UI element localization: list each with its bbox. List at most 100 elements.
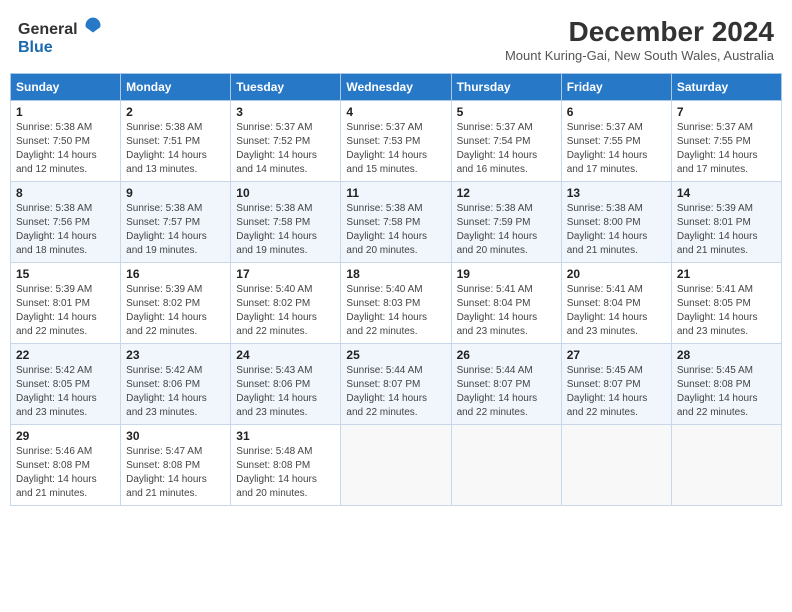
table-row: 17 Sunrise: 5:40 AM Sunset: 8:02 PM Dayl…: [231, 263, 341, 344]
day-info: Sunrise: 5:38 AM Sunset: 7:58 PM Dayligh…: [236, 202, 335, 258]
day-info: Sunrise: 5:37 AM Sunset: 7:55 PM Dayligh…: [567, 121, 666, 177]
day-info: Sunrise: 5:42 AM Sunset: 8:05 PM Dayligh…: [16, 364, 115, 420]
table-row: [671, 425, 781, 506]
day-number: 16: [126, 267, 225, 281]
day-number: 15: [16, 267, 115, 281]
day-info: Sunrise: 5:44 AM Sunset: 8:07 PM Dayligh…: [346, 364, 445, 420]
day-info: Sunrise: 5:38 AM Sunset: 7:59 PM Dayligh…: [457, 202, 556, 258]
logo-general: General: [18, 21, 78, 38]
month-year-title: December 2024: [505, 16, 774, 48]
day-info: Sunrise: 5:41 AM Sunset: 8:04 PM Dayligh…: [457, 283, 556, 339]
day-number: 18: [346, 267, 445, 281]
day-number: 3: [236, 105, 335, 119]
header-monday: Monday: [121, 74, 231, 101]
logo-blue: Blue: [18, 39, 53, 56]
calendar-week-row: 15 Sunrise: 5:39 AM Sunset: 8:01 PM Dayl…: [11, 263, 782, 344]
calendar-week-row: 22 Sunrise: 5:42 AM Sunset: 8:05 PM Dayl…: [11, 344, 782, 425]
header-tuesday: Tuesday: [231, 74, 341, 101]
title-block: December 2024 Mount Kuring-Gai, New Sout…: [505, 16, 774, 63]
calendar-week-row: 29 Sunrise: 5:46 AM Sunset: 8:08 PM Dayl…: [11, 425, 782, 506]
day-info: Sunrise: 5:42 AM Sunset: 8:06 PM Dayligh…: [126, 364, 225, 420]
table-row: 24 Sunrise: 5:43 AM Sunset: 8:06 PM Dayl…: [231, 344, 341, 425]
table-row: 15 Sunrise: 5:39 AM Sunset: 8:01 PM Dayl…: [11, 263, 121, 344]
day-info: Sunrise: 5:38 AM Sunset: 7:51 PM Dayligh…: [126, 121, 225, 177]
day-info: Sunrise: 5:38 AM Sunset: 7:58 PM Dayligh…: [346, 202, 445, 258]
day-number: 6: [567, 105, 666, 119]
day-info: Sunrise: 5:41 AM Sunset: 8:05 PM Dayligh…: [677, 283, 776, 339]
day-info: Sunrise: 5:39 AM Sunset: 8:01 PM Dayligh…: [16, 283, 115, 339]
day-info: Sunrise: 5:39 AM Sunset: 8:02 PM Dayligh…: [126, 283, 225, 339]
calendar-header-row: Sunday Monday Tuesday Wednesday Thursday…: [11, 74, 782, 101]
table-row: 22 Sunrise: 5:42 AM Sunset: 8:05 PM Dayl…: [11, 344, 121, 425]
day-number: 14: [677, 186, 776, 200]
table-row: 11 Sunrise: 5:38 AM Sunset: 7:58 PM Dayl…: [341, 182, 451, 263]
table-row: 12 Sunrise: 5:38 AM Sunset: 7:59 PM Dayl…: [451, 182, 561, 263]
header-friday: Friday: [561, 74, 671, 101]
day-info: Sunrise: 5:37 AM Sunset: 7:54 PM Dayligh…: [457, 121, 556, 177]
table-row: 27 Sunrise: 5:45 AM Sunset: 8:07 PM Dayl…: [561, 344, 671, 425]
header-saturday: Saturday: [671, 74, 781, 101]
table-row: 21 Sunrise: 5:41 AM Sunset: 8:05 PM Dayl…: [671, 263, 781, 344]
page-header: General Blue December 2024 Mount Kuring-…: [10, 10, 782, 69]
day-number: 1: [16, 105, 115, 119]
day-number: 9: [126, 186, 225, 200]
table-row: 2 Sunrise: 5:38 AM Sunset: 7:51 PM Dayli…: [121, 101, 231, 182]
day-info: Sunrise: 5:41 AM Sunset: 8:04 PM Dayligh…: [567, 283, 666, 339]
day-info: Sunrise: 5:45 AM Sunset: 8:08 PM Dayligh…: [677, 364, 776, 420]
day-info: Sunrise: 5:38 AM Sunset: 8:00 PM Dayligh…: [567, 202, 666, 258]
day-info: Sunrise: 5:37 AM Sunset: 7:55 PM Dayligh…: [677, 121, 776, 177]
day-number: 8: [16, 186, 115, 200]
day-info: Sunrise: 5:37 AM Sunset: 7:52 PM Dayligh…: [236, 121, 335, 177]
day-number: 31: [236, 429, 335, 443]
day-number: 12: [457, 186, 556, 200]
day-number: 23: [126, 348, 225, 362]
table-row: [561, 425, 671, 506]
day-info: Sunrise: 5:43 AM Sunset: 8:06 PM Dayligh…: [236, 364, 335, 420]
table-row: 30 Sunrise: 5:47 AM Sunset: 8:08 PM Dayl…: [121, 425, 231, 506]
table-row: 25 Sunrise: 5:44 AM Sunset: 8:07 PM Dayl…: [341, 344, 451, 425]
day-number: 19: [457, 267, 556, 281]
day-number: 11: [346, 186, 445, 200]
day-number: 21: [677, 267, 776, 281]
calendar-table: Sunday Monday Tuesday Wednesday Thursday…: [10, 73, 782, 506]
day-number: 27: [567, 348, 666, 362]
day-info: Sunrise: 5:48 AM Sunset: 8:08 PM Dayligh…: [236, 445, 335, 501]
day-info: Sunrise: 5:38 AM Sunset: 7:56 PM Dayligh…: [16, 202, 115, 258]
table-row: 28 Sunrise: 5:45 AM Sunset: 8:08 PM Dayl…: [671, 344, 781, 425]
table-row: 13 Sunrise: 5:38 AM Sunset: 8:00 PM Dayl…: [561, 182, 671, 263]
day-number: 28: [677, 348, 776, 362]
table-row: 6 Sunrise: 5:37 AM Sunset: 7:55 PM Dayli…: [561, 101, 671, 182]
day-info: Sunrise: 5:38 AM Sunset: 7:50 PM Dayligh…: [16, 121, 115, 177]
table-row: 10 Sunrise: 5:38 AM Sunset: 7:58 PM Dayl…: [231, 182, 341, 263]
day-number: 29: [16, 429, 115, 443]
calendar-week-row: 8 Sunrise: 5:38 AM Sunset: 7:56 PM Dayli…: [11, 182, 782, 263]
day-info: Sunrise: 5:40 AM Sunset: 8:02 PM Dayligh…: [236, 283, 335, 339]
table-row: 23 Sunrise: 5:42 AM Sunset: 8:06 PM Dayl…: [121, 344, 231, 425]
header-sunday: Sunday: [11, 74, 121, 101]
day-number: 13: [567, 186, 666, 200]
day-number: 30: [126, 429, 225, 443]
table-row: 19 Sunrise: 5:41 AM Sunset: 8:04 PM Dayl…: [451, 263, 561, 344]
day-number: 5: [457, 105, 556, 119]
table-row: 1 Sunrise: 5:38 AM Sunset: 7:50 PM Dayli…: [11, 101, 121, 182]
logo-icon: [84, 16, 102, 34]
table-row: 26 Sunrise: 5:44 AM Sunset: 8:07 PM Dayl…: [451, 344, 561, 425]
day-number: 25: [346, 348, 445, 362]
day-info: Sunrise: 5:47 AM Sunset: 8:08 PM Dayligh…: [126, 445, 225, 501]
table-row: 3 Sunrise: 5:37 AM Sunset: 7:52 PM Dayli…: [231, 101, 341, 182]
table-row: 29 Sunrise: 5:46 AM Sunset: 8:08 PM Dayl…: [11, 425, 121, 506]
day-info: Sunrise: 5:39 AM Sunset: 8:01 PM Dayligh…: [677, 202, 776, 258]
header-wednesday: Wednesday: [341, 74, 451, 101]
calendar-week-row: 1 Sunrise: 5:38 AM Sunset: 7:50 PM Dayli…: [11, 101, 782, 182]
table-row: 20 Sunrise: 5:41 AM Sunset: 8:04 PM Dayl…: [561, 263, 671, 344]
day-info: Sunrise: 5:38 AM Sunset: 7:57 PM Dayligh…: [126, 202, 225, 258]
logo: General Blue: [18, 16, 102, 57]
header-thursday: Thursday: [451, 74, 561, 101]
day-info: Sunrise: 5:37 AM Sunset: 7:53 PM Dayligh…: [346, 121, 445, 177]
table-row: 5 Sunrise: 5:37 AM Sunset: 7:54 PM Dayli…: [451, 101, 561, 182]
table-row: 8 Sunrise: 5:38 AM Sunset: 7:56 PM Dayli…: [11, 182, 121, 263]
day-number: 17: [236, 267, 335, 281]
table-row: 16 Sunrise: 5:39 AM Sunset: 8:02 PM Dayl…: [121, 263, 231, 344]
table-row: 9 Sunrise: 5:38 AM Sunset: 7:57 PM Dayli…: [121, 182, 231, 263]
day-number: 26: [457, 348, 556, 362]
